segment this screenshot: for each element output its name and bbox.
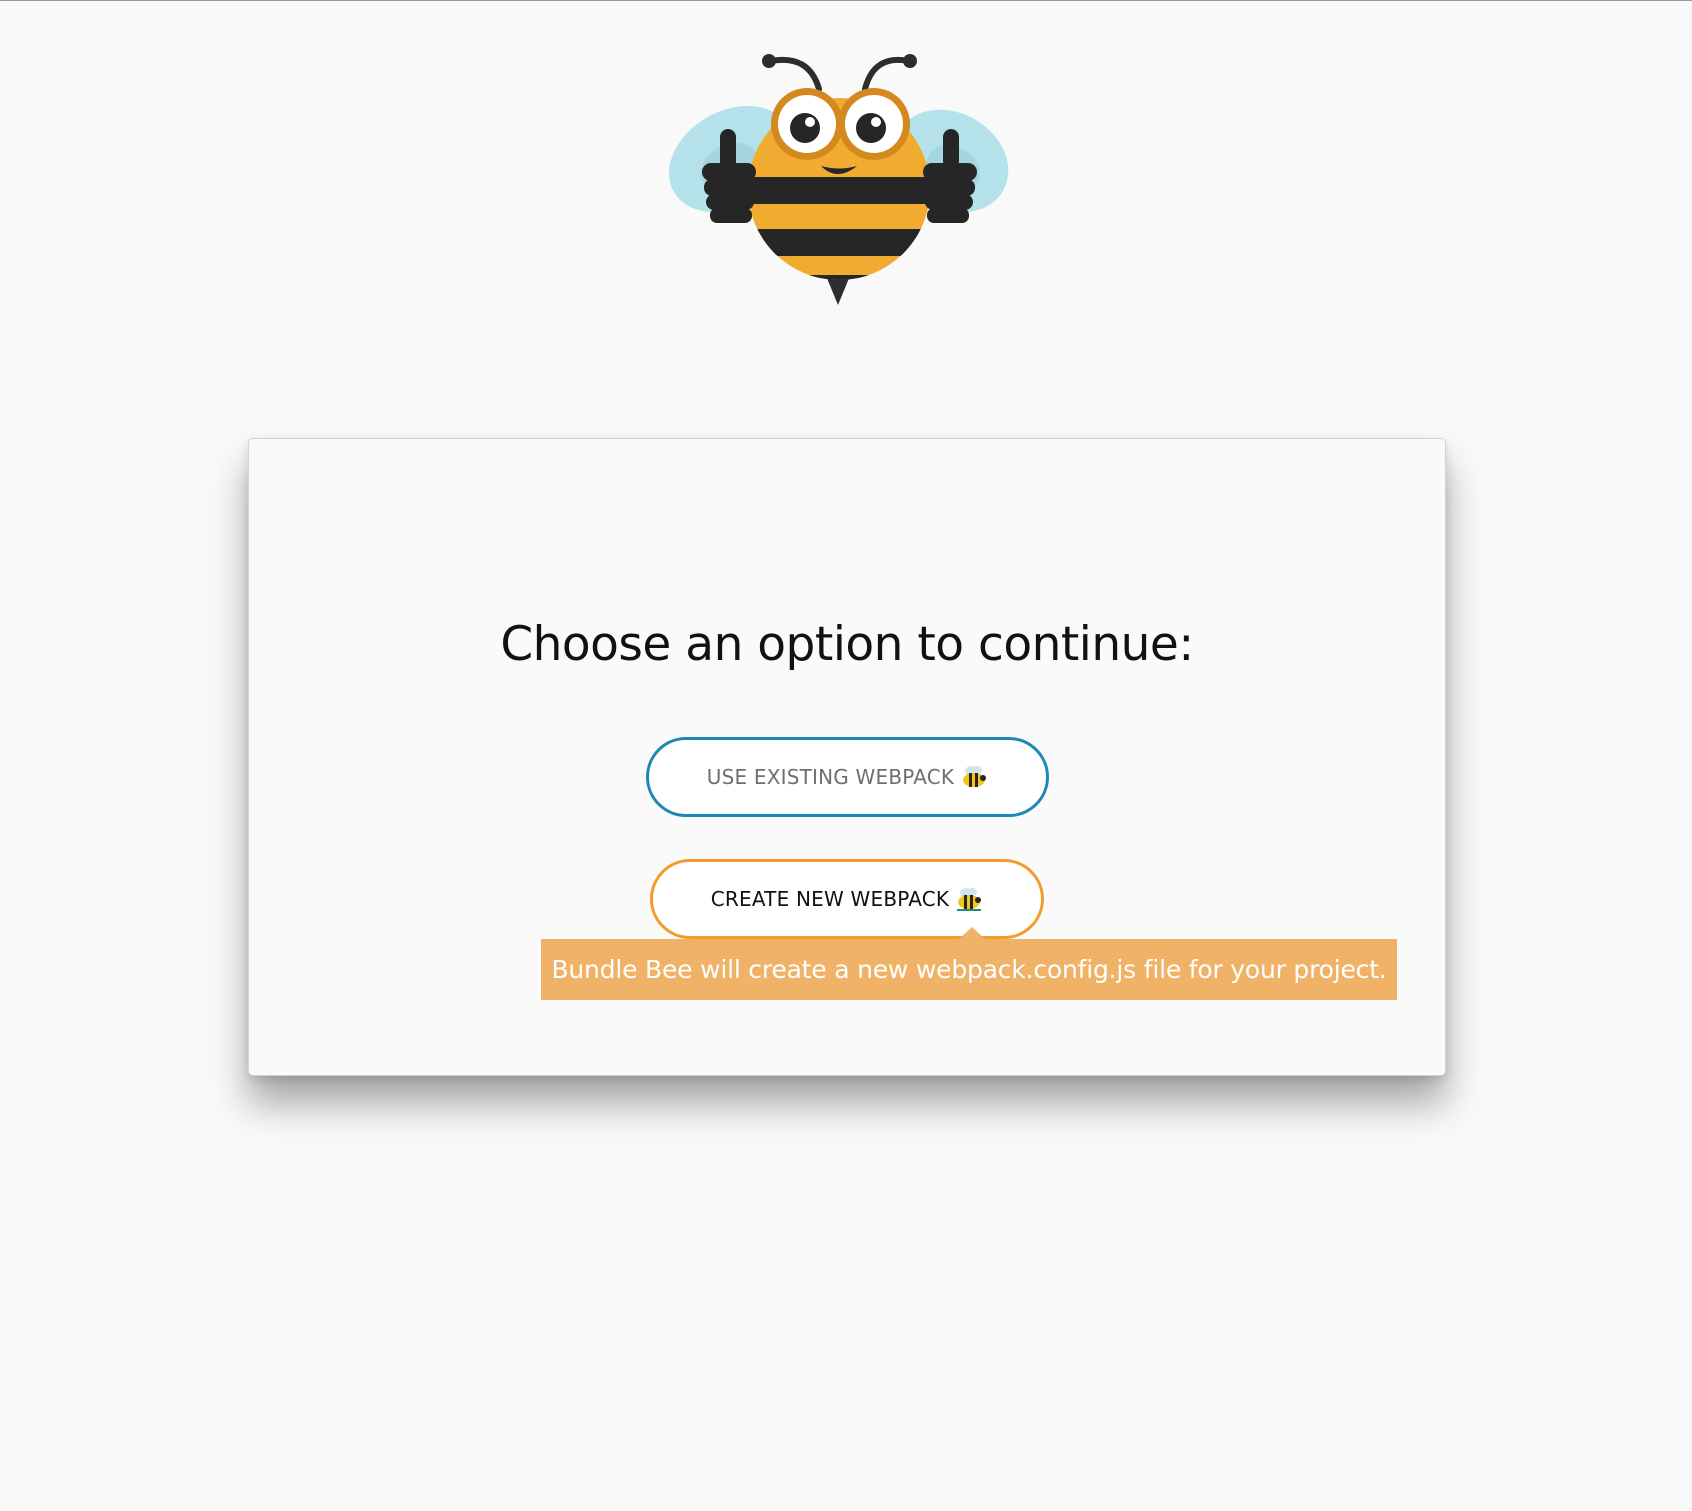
- bee-emoji-icon: [957, 888, 982, 911]
- bee-mascot-logo: [669, 54, 1009, 305]
- create-new-webpack-label: CREATE NEW WEBPACK: [710, 887, 950, 911]
- tooltip-arrow: [959, 927, 985, 939]
- use-existing-webpack-button[interactable]: USE EXISTING WEBPACK: [646, 737, 1049, 817]
- use-existing-webpack-label: USE EXISTING WEBPACK: [706, 765, 955, 789]
- card-title: Choose an option to continue:: [500, 617, 1194, 672]
- bee-emoji-icon: [963, 766, 987, 787]
- create-webpack-tooltip: Bundle Bee will create a new webpack.con…: [541, 939, 1397, 1000]
- options-card: Choose an option to continue: USE EXISTI…: [248, 438, 1446, 1076]
